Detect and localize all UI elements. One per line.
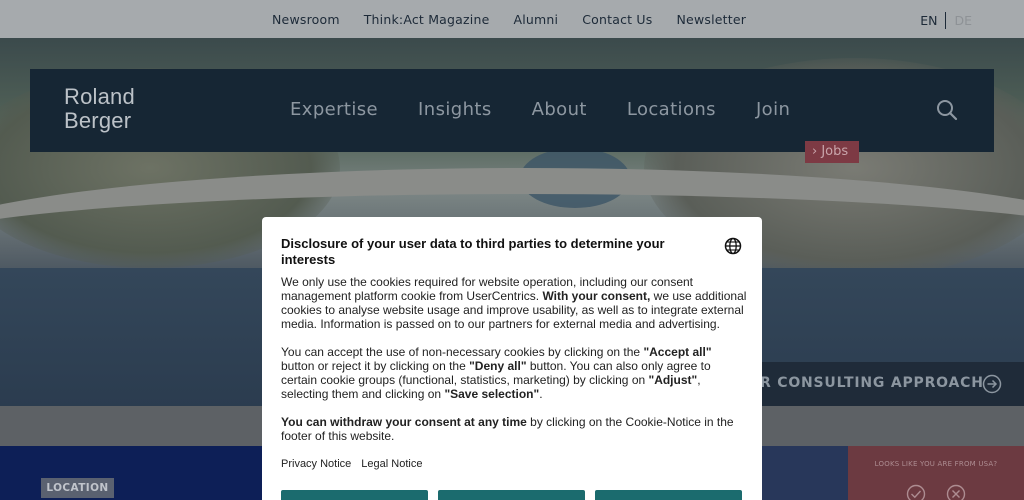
menu-item-insights[interactable]: Insights [418, 99, 492, 120]
cookie-button-2[interactable] [438, 490, 585, 500]
jobs-link[interactable]: › Jobs [805, 141, 859, 163]
language-en[interactable]: EN [920, 13, 937, 28]
menu-item-join[interactable]: Join [756, 99, 790, 120]
cookie-dialog-links: Privacy Notice Legal Notice [281, 458, 422, 470]
geo-prompt-text: LOOKS LIKE YOU ARE FROM USA? [874, 460, 998, 468]
menu-item-about[interactable]: About [532, 99, 587, 120]
arrow-right-circle-icon [982, 374, 1002, 394]
logo-line-2: Berger [64, 108, 132, 133]
search-icon[interactable] [936, 99, 958, 121]
main-menu: Expertise Insights About Locations Join [290, 99, 790, 120]
cookie-text: You can accept the use of non-necessary … [281, 345, 644, 359]
utility-link-newsletter[interactable]: Newsletter [677, 12, 747, 27]
cookie-dialog-title: Disclosure of your user data to third pa… [281, 236, 665, 267]
close-circle-icon[interactable] [946, 484, 966, 500]
cookie-text-bold: "Save selection" [444, 387, 540, 401]
cookie-text-bold: "Accept all" [643, 345, 712, 359]
globe-icon[interactable] [724, 237, 742, 255]
cookie-dialog-buttons [281, 490, 742, 500]
utility-link-newsroom[interactable]: Newsroom [272, 12, 340, 27]
main-header: Roland Berger Expertise Insights About L… [30, 69, 994, 152]
cookie-paragraph-1: We only use the cookies required for web… [281, 275, 747, 331]
location-panel [0, 446, 262, 500]
menu-item-locations[interactable]: Locations [627, 99, 716, 120]
cookie-text-bold: With your consent, [542, 289, 651, 303]
cookie-paragraph-3: You can withdraw your consent at any tim… [281, 415, 747, 443]
utility-nav: Newsroom Think:Act Magazine Alumni Conta… [272, 12, 746, 27]
cookie-text: . [539, 387, 543, 401]
location-badge: LOCATION [41, 478, 114, 498]
language-divider [945, 12, 947, 29]
utility-link-thinkact[interactable]: Think:Act Magazine [364, 12, 490, 27]
top-utility-bar: Newsroom Think:Act Magazine Alumni Conta… [0, 0, 1024, 38]
language-switcher: EN DE [920, 12, 972, 29]
consulting-approach-label: R CONSULTING APPROACH [760, 375, 984, 391]
geo-prompt-actions [906, 484, 966, 500]
cookie-text: button or reject it by clicking on the [281, 359, 470, 373]
consulting-approach-banner[interactable]: R CONSULTING APPROACH [740, 362, 1024, 406]
cookie-text-bold: "Deny all" [469, 359, 527, 373]
privacy-notice-link[interactable]: Privacy Notice [281, 458, 351, 470]
cookie-dialog-body: We only use the cookies required for web… [281, 275, 747, 457]
check-circle-icon[interactable] [906, 484, 926, 500]
logo-line-1: Roland [64, 84, 135, 109]
legal-notice-link[interactable]: Legal Notice [361, 458, 422, 470]
language-de[interactable]: DE [954, 13, 972, 28]
roland-berger-logo[interactable]: Roland Berger [64, 85, 135, 133]
cookie-text-bold: "Adjust" [648, 373, 698, 387]
cookie-button-1[interactable] [281, 490, 428, 500]
menu-item-expertise[interactable]: Expertise [290, 99, 378, 120]
utility-link-alumni[interactable]: Alumni [514, 12, 559, 27]
cookie-consent-dialog: Disclosure of your user data to third pa… [262, 217, 762, 500]
utility-link-contact[interactable]: Contact Us [582, 12, 652, 27]
geo-prompt-panel: LOOKS LIKE YOU ARE FROM USA? [848, 446, 1024, 500]
cookie-button-3[interactable] [595, 490, 742, 500]
cookie-paragraph-2: You can accept the use of non-necessary … [281, 345, 747, 401]
cookie-text-bold: You can withdraw your consent at any tim… [281, 415, 527, 429]
image-panel [762, 446, 848, 500]
